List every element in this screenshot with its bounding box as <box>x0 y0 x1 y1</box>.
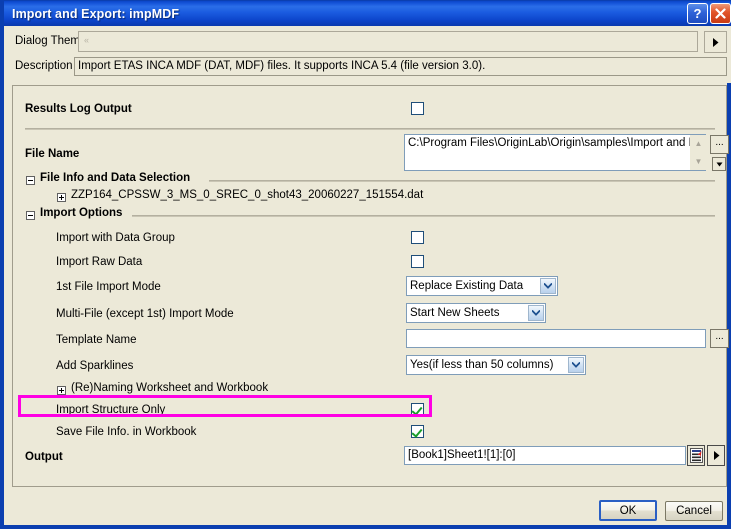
save-file-info-label: Save File Info. in Workbook <box>56 426 196 438</box>
spinner-up-icon[interactable]: ▲ <box>690 135 707 153</box>
output-menu-button[interactable] <box>707 445 725 466</box>
section-rule-file-info <box>209 180 715 182</box>
close-button[interactable] <box>710 3 731 24</box>
first-file-import-mode-dropdown[interactable] <box>540 278 556 294</box>
description-text: Import ETAS INCA MDF (DAT, MDF) files. I… <box>74 57 727 76</box>
dialog-theme-row: Dialog Theme « <box>12 31 727 53</box>
chevron-down-icon <box>716 162 723 167</box>
spinner-down-icon[interactable]: ▼ <box>690 153 707 171</box>
template-name-label: Template Name <box>56 334 137 346</box>
template-name-input[interactable] <box>406 329 706 348</box>
theme-faint-marker: « <box>84 35 89 45</box>
multi-file-import-mode-dropdown[interactable] <box>528 305 544 321</box>
file-name-dropdown-button[interactable] <box>712 157 726 171</box>
import-raw-data-checkbox[interactable] <box>411 255 424 268</box>
select-data-icon <box>690 448 703 463</box>
renaming-section-toggle[interactable] <box>57 386 66 395</box>
title-bar-buttons: ? <box>687 3 731 24</box>
file-info-section-label: File Info and Data Selection <box>40 172 190 184</box>
import-structure-only-checkbox[interactable] <box>411 403 424 416</box>
save-file-info-checkbox[interactable] <box>411 425 424 438</box>
import-raw-data-label: Import Raw Data <box>56 256 142 268</box>
import-with-data-group-label: Import with Data Group <box>56 232 175 244</box>
chevron-down-icon <box>572 362 580 368</box>
template-name-browse-button[interactable]: ... <box>710 329 729 348</box>
description-row: Description Import ETAS INCA MDF (DAT, M… <box>12 57 727 77</box>
output-select-data-icon[interactable] <box>687 445 705 466</box>
file-name-label: File Name <box>25 148 79 160</box>
results-log-output-label: Results Log Output <box>25 103 132 115</box>
description-label: Description <box>15 60 73 72</box>
help-button[interactable]: ? <box>687 3 708 24</box>
multi-file-import-mode-label: Multi-File (except 1st) Import Mode <box>56 308 234 320</box>
dialog-theme-label: Dialog Theme <box>15 35 86 47</box>
add-sparklines-dropdown[interactable] <box>568 357 584 373</box>
multi-file-import-mode-combo[interactable]: Start New Sheets <box>406 303 546 323</box>
triangle-right-icon <box>712 450 721 461</box>
file-name-spinner[interactable]: ▲ ▼ <box>690 135 707 170</box>
dialog-window: Import and Export: impMDF ? Dialog Theme… <box>0 0 731 529</box>
cancel-button[interactable]: Cancel <box>665 501 723 521</box>
ok-button[interactable]: OK <box>599 500 657 521</box>
first-file-import-mode-combo[interactable]: Replace Existing Data <box>406 276 558 296</box>
multi-file-import-mode-value: Start New Sheets <box>410 307 499 319</box>
chevron-down-icon <box>532 310 540 316</box>
options-panel: Results Log Output File Name C:\Program … <box>12 85 727 487</box>
title-bar: Import and Export: impMDF ? <box>4 1 731 26</box>
file-node-label: ZZP164_CPSSW_3_MS_0_SREC_0_shot43_200602… <box>71 189 423 201</box>
import-structure-only-label: Import Structure Only <box>56 404 165 416</box>
triangle-right-icon <box>711 37 720 48</box>
file-info-section-toggle[interactable] <box>26 176 35 185</box>
dialog-header-strip: Dialog Theme « Description Import ETAS I… <box>8 26 731 83</box>
first-file-import-mode-label: 1st File Import Mode <box>56 281 161 293</box>
section-rule-import-options <box>132 215 715 217</box>
output-input[interactable]: [Book1]Sheet1![1]:[0] <box>404 446 686 465</box>
close-icon <box>715 8 726 19</box>
dialog-theme-menu-button[interactable] <box>704 31 727 53</box>
chevron-down-icon <box>544 283 552 289</box>
import-options-section-toggle[interactable] <box>26 211 35 220</box>
dialog-theme-input[interactable]: « <box>78 31 698 52</box>
add-sparklines-label: Add Sparklines <box>56 360 133 372</box>
renaming-section-label: (Re)Naming Worksheet and Workbook <box>71 382 268 394</box>
divider-1 <box>25 128 715 130</box>
output-label: Output <box>25 451 63 463</box>
window-title: Import and Export: impMDF <box>12 7 179 21</box>
file-name-browse-button[interactable]: ... <box>710 135 729 154</box>
first-file-import-mode-value: Replace Existing Data <box>410 280 523 292</box>
import-options-section-label: Import Options <box>40 207 122 219</box>
question-mark-icon: ? <box>694 6 702 21</box>
file-node-toggle[interactable] <box>57 193 66 202</box>
import-with-data-group-checkbox[interactable] <box>411 231 424 244</box>
add-sparklines-combo[interactable]: Yes(if less than 50 columns) <box>406 355 586 375</box>
results-log-output-checkbox[interactable] <box>411 102 424 115</box>
add-sparklines-value: Yes(if less than 50 columns) <box>410 359 553 371</box>
file-name-input[interactable]: C:\Program Files\OriginLab\Origin\sample… <box>404 134 706 171</box>
